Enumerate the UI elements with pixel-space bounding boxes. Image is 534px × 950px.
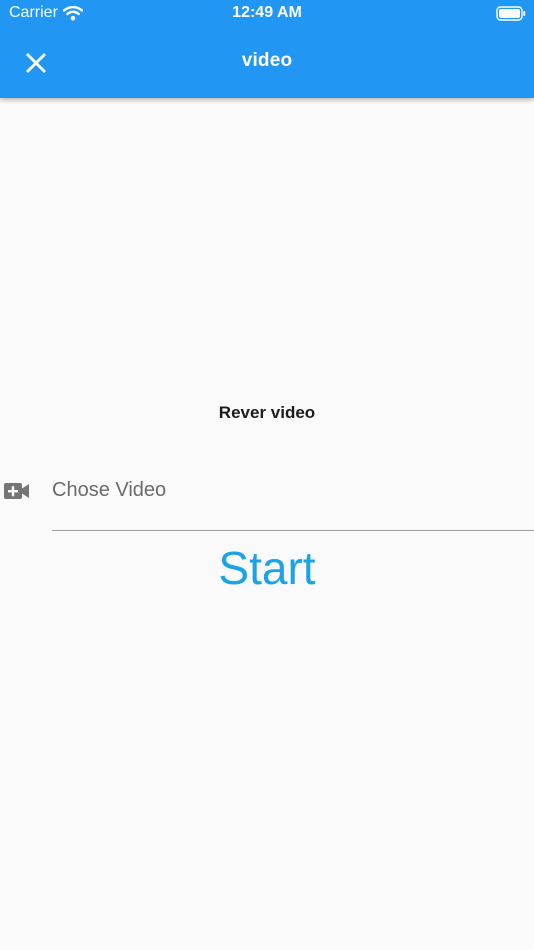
- video-add-icon[interactable]: [4, 482, 30, 500]
- battery-icon: [496, 6, 526, 21]
- choose-video-placeholder: Chose Video: [52, 479, 167, 501]
- choose-video-field[interactable]: Chose Video: [52, 470, 534, 531]
- toolbar: video: [0, 28, 534, 98]
- page-title: video: [241, 50, 293, 71]
- status-time: 12:49 AM: [232, 4, 302, 21]
- status-bar: Carrier 12:49 AM: [0, 0, 534, 28]
- app-bar: Carrier 12:49 AM video: [0, 0, 534, 98]
- section-title: Rever video: [218, 403, 316, 422]
- app-screen: Carrier 12:49 AM video Rever video Chose…: [0, 0, 534, 950]
- start-button[interactable]: Start: [167, 538, 367, 598]
